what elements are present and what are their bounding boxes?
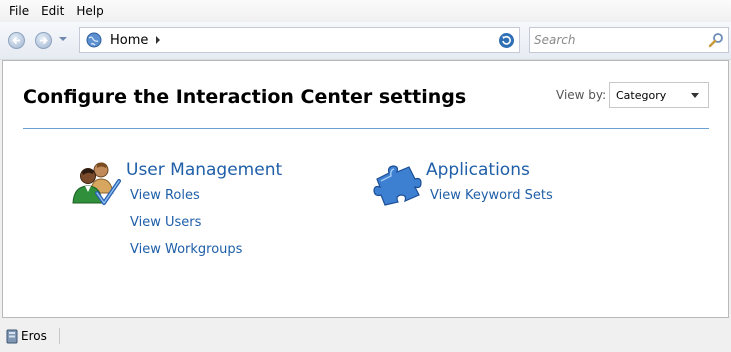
breadcrumb-home[interactable]: Home — [110, 33, 148, 48]
applications-heading[interactable]: Applications — [426, 160, 530, 180]
search-input[interactable] — [534, 31, 706, 49]
status-divider — [58, 328, 60, 344]
view-by-label: View by: — [556, 88, 607, 102]
view-by-select[interactable]: Category — [609, 82, 709, 108]
arrow-left-icon — [12, 36, 20, 45]
arrow-right-icon — [40, 36, 48, 45]
view-users-link[interactable]: View Users — [130, 215, 201, 230]
server-name: Eros — [21, 329, 47, 343]
menu-edit[interactable]: Edit — [36, 2, 69, 20]
menu-bar: File Edit Help — [0, 0, 731, 22]
users-icon — [72, 162, 121, 205]
forward-button[interactable] — [35, 32, 52, 49]
view-by-value: Category — [616, 88, 667, 102]
globe-icon — [86, 32, 102, 48]
history-dropdown-icon[interactable] — [59, 37, 67, 41]
puzzle-icon — [373, 165, 422, 206]
address-bar[interactable]: Home — [79, 27, 520, 53]
menu-help[interactable]: Help — [71, 2, 108, 20]
settings-panel: Configure the Interaction Center setting… — [2, 60, 729, 318]
back-button[interactable] — [8, 32, 25, 49]
refresh-icon[interactable] — [498, 32, 515, 49]
status-bar: Eros — [0, 320, 731, 352]
server-icon — [6, 329, 18, 343]
navigation-bar: Home — [0, 22, 731, 60]
divider — [23, 128, 709, 129]
breadcrumb-chevron-icon[interactable] — [156, 36, 161, 44]
search-icon[interactable] — [708, 32, 724, 48]
user-management-heading[interactable]: User Management — [126, 160, 282, 180]
menu-file[interactable]: File — [4, 2, 34, 20]
page-title: Configure the Interaction Center setting… — [23, 86, 467, 108]
chevron-down-icon — [691, 93, 699, 98]
view-keyword-sets-link[interactable]: View Keyword Sets — [430, 188, 553, 203]
search-box[interactable] — [529, 27, 729, 53]
view-roles-link[interactable]: View Roles — [130, 188, 200, 203]
view-workgroups-link[interactable]: View Workgroups — [130, 242, 242, 257]
